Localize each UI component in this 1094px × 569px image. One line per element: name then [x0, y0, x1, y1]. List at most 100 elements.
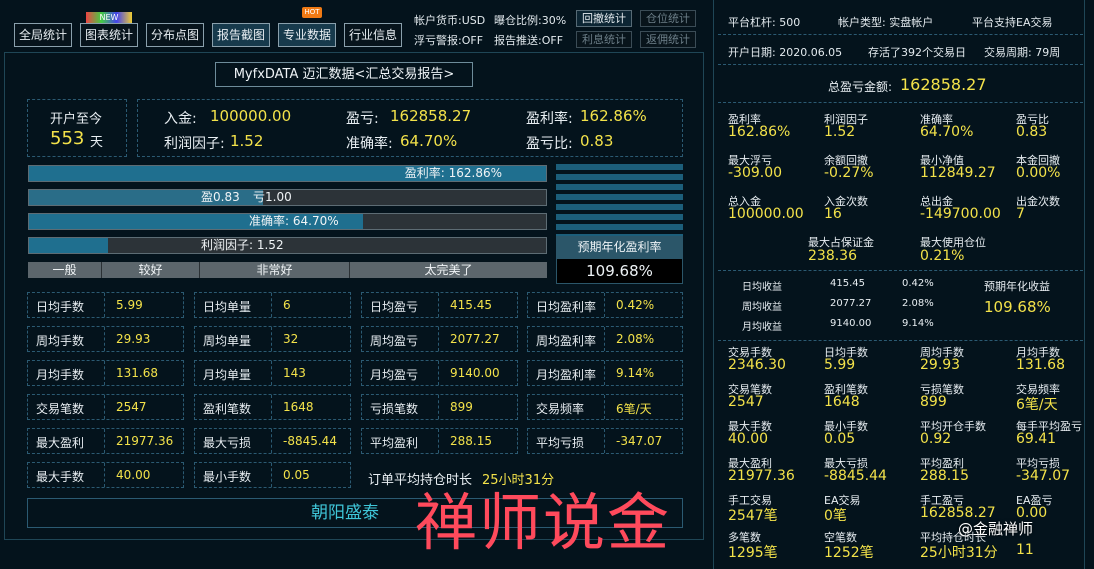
stat-label: 最大盈利: [36, 436, 85, 450]
right-stat-value: 11: [1016, 542, 1034, 558]
right-stat-value: 6笔/天: [1016, 397, 1058, 413]
stat-value: -347.07: [616, 434, 663, 448]
stat-cell: 月均盈利率 9.14%: [527, 360, 683, 386]
right-stat-value: 1252笔: [824, 545, 874, 561]
accuracy-label: 准确率:: [346, 136, 393, 152]
tab-distribution[interactable]: 分布点图: [146, 23, 204, 47]
tab-report-screenshot[interactable]: 报告截图: [212, 23, 270, 47]
avg-return-cell: 周均收益: [742, 302, 782, 313]
rating-perfect: 太完美了: [424, 263, 473, 277]
right-stat-value: 0.92: [920, 431, 952, 447]
rebate-stats-button[interactable]: 返佣统计: [640, 31, 696, 48]
annual-return-label: 预期年化收益: [984, 280, 1050, 293]
right-stat-value: -347.07: [1016, 468, 1071, 484]
stat-label: 日均手数: [36, 300, 85, 314]
stat-label: 平均亏损: [536, 436, 585, 450]
right-stat-value: -8845.44: [824, 468, 887, 484]
tab-industry-info[interactable]: 行业信息: [344, 23, 402, 47]
right-stat-value: -149700.00: [920, 206, 1001, 222]
stat-label: 月均盈利率: [536, 368, 597, 382]
tab-chart-stats[interactable]: 图表统计: [80, 23, 138, 47]
tab-global-stats[interactable]: 全局统计: [14, 23, 72, 47]
stat-label: 周均盈利率: [536, 334, 597, 348]
annual-value: 109.68%: [556, 258, 683, 284]
stat-label: 周均手数: [36, 334, 85, 348]
stat-value: 0.05: [283, 468, 310, 482]
stat-label: 周均盈亏: [370, 334, 419, 348]
accuracy-bar: 准确率: 64.70%: [28, 213, 547, 230]
pnl-label: 盈亏:: [346, 111, 379, 127]
stat-label: 交易笔数: [36, 402, 85, 416]
trade-cycle: 交易周期: 79周: [984, 46, 1061, 59]
stat-cell: 月均盈亏 9140.00: [361, 360, 518, 386]
avg-return-cell: 日均收益: [742, 282, 782, 293]
stat-cell: 平均亏损 -347.07: [527, 428, 683, 454]
right-stat-value: 0.83: [1016, 124, 1048, 140]
stat-value: 9140.00: [450, 366, 500, 380]
right-stat-value: 162.86%: [728, 124, 791, 140]
win-loss-bar: 盈0.83 亏1.00: [28, 189, 547, 206]
hot-badge: HOT: [302, 7, 322, 18]
position-stats-button[interactable]: 仓位统计: [640, 10, 696, 27]
stat-value: -8845.44: [283, 434, 337, 448]
right-stat-value: -309.00: [728, 165, 783, 181]
drawdown-stats-button[interactable]: 回撤统计: [576, 10, 632, 27]
ea-support: 平台支持EA交易: [972, 16, 1053, 29]
right-stat-value: 2346.30: [728, 357, 786, 373]
stat-value: 32: [283, 332, 299, 346]
right-stat-value: 112849.27: [920, 165, 996, 181]
report-push: 报告推送:OFF: [494, 34, 564, 47]
account-currency: 帐户货币:USD: [414, 14, 486, 27]
report-title: MyfxDATA 迈汇数据<汇总交易报告>: [215, 62, 473, 87]
stat-value: 6笔/天: [616, 402, 652, 416]
stat-label: 日均盈利率: [536, 300, 597, 314]
stat-label: 月均手数: [36, 368, 85, 382]
stat-label: 交易频率: [536, 402, 585, 416]
right-stat-value: 131.68: [1016, 357, 1065, 373]
stat-cell: 日均单量 6: [194, 292, 351, 318]
stat-value: 415.45: [450, 298, 492, 312]
stat-label: 最大手数: [36, 470, 85, 484]
stat-cell: 周均单量 32: [194, 326, 351, 352]
right-stat-value: 100000.00: [728, 206, 804, 222]
right-stat-label: 最大使用仓位: [920, 236, 986, 249]
stat-value: 899: [450, 400, 473, 414]
stat-label: 日均盈亏: [370, 300, 419, 314]
open-date: 开户日期: 2020.06.05: [728, 46, 843, 59]
stat-label: 周均单量: [203, 334, 252, 348]
stat-value: 2547: [116, 400, 147, 414]
right-stat-value: 29.93: [920, 357, 961, 373]
stat-cell: 最大盈利 21977.36: [27, 428, 184, 454]
stat-value: 2.08%: [616, 332, 655, 346]
right-stat-value: 899: [920, 394, 947, 410]
right-stat-value: 21977.36: [728, 468, 795, 484]
accuracy-value: 64.70%: [400, 132, 458, 150]
rating-normal: 一般: [28, 262, 102, 278]
right-stat-value: 0.21%: [920, 248, 965, 264]
stat-value: 1648: [283, 400, 314, 414]
watermark-text: 禅师说金: [415, 486, 672, 559]
tab-pro-data[interactable]: 专业数据: [278, 23, 336, 47]
stat-value: 5.99: [116, 298, 143, 312]
stat-cell: 日均盈利率 0.42%: [527, 292, 683, 318]
stat-cell: 周均盈利率 2.08%: [527, 326, 683, 352]
stat-label: 盈利笔数: [203, 402, 252, 416]
win-loss-ratio-value: 0.83: [580, 132, 614, 150]
stat-value: 2077.27: [450, 332, 500, 346]
interest-stats-button[interactable]: 利息统计: [576, 31, 632, 48]
deposit-value: 100000.00: [210, 107, 292, 125]
open-days-label: 开户至今: [50, 112, 103, 127]
stat-cell: 月均手数 131.68: [27, 360, 184, 386]
stat-label: 最小手数: [203, 470, 252, 484]
right-stat-label: 最大占保证金: [808, 236, 874, 249]
stat-label: 月均单量: [203, 368, 252, 382]
loss-bar-label: 亏1.00: [253, 190, 292, 204]
stat-label: 月均盈亏: [370, 368, 419, 382]
stat-cell: 最大亏损 -8845.44: [194, 428, 351, 454]
accuracy-bar-label: 准确率: 64.70%: [249, 214, 339, 228]
stat-value: 288.15: [450, 434, 492, 448]
avg-return-cell: 9.14%: [902, 318, 934, 329]
stat-cell: 交易频率 6笔/天: [527, 394, 683, 420]
right-stat-value: 1.52: [824, 124, 856, 140]
stat-cell: 周均盈亏 2077.27: [361, 326, 518, 352]
